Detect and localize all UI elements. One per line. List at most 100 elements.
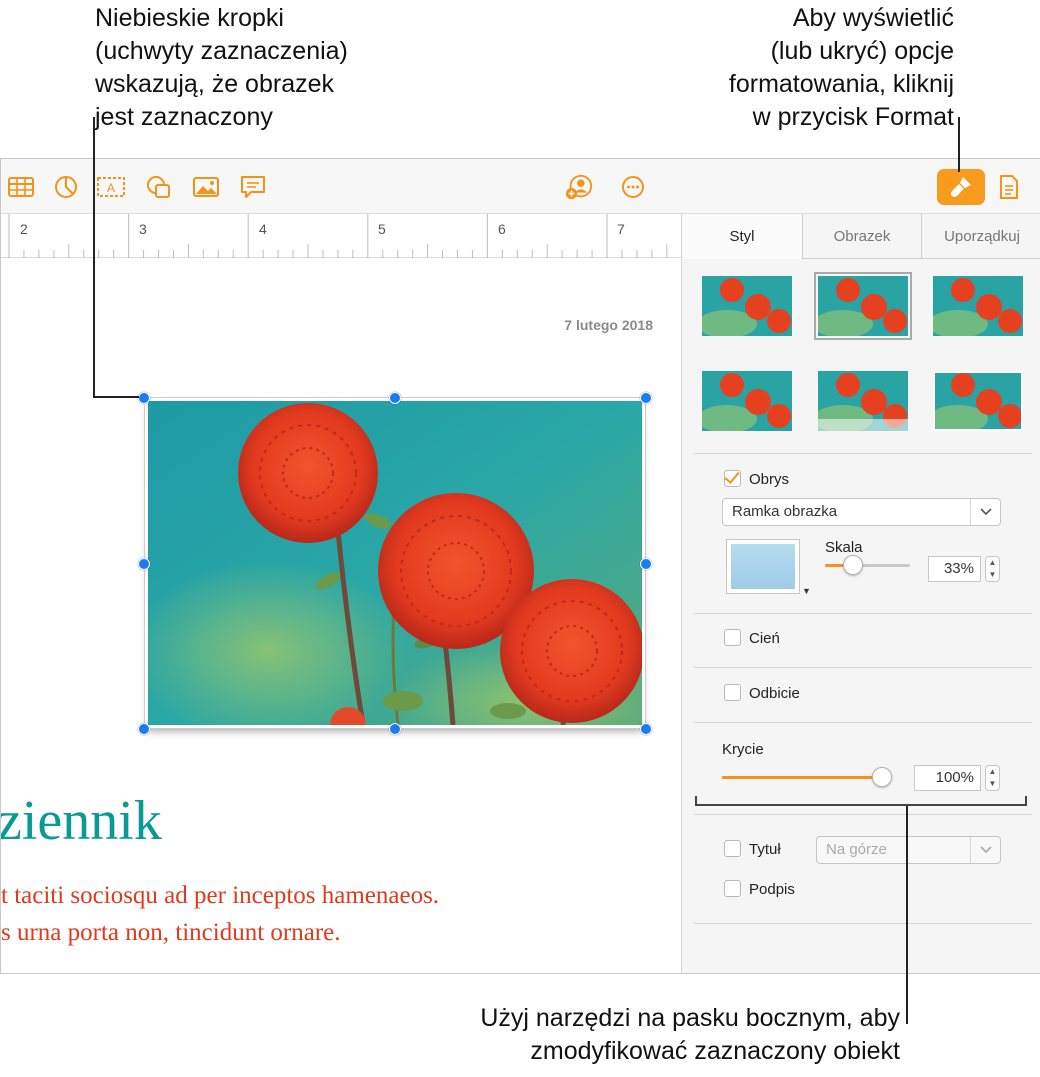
pages-window: A 2 3 4 5 6 7 7 lutego 2018 ziennik t ta… [0,158,1040,974]
callout-format-button: Aby wyświetlić (lub ukryć) opcje formato… [729,2,954,134]
section-divider [694,453,1032,454]
ruler-number: 2 [20,221,28,237]
leader-line [93,117,95,398]
more-icon[interactable] [618,173,648,201]
callout-line: zmodyfikować zaznaczony obiekt [530,1037,900,1065]
dahlia-photo [128,401,668,761]
callout-line: jest zaznaczony [95,103,273,131]
title-checkbox[interactable] [724,840,741,857]
image-style-thumbnail[interactable] [702,276,792,336]
scale-label: Skala [825,539,863,556]
format-sidebar: Styl Obrazek Uporządkuj Obrys Ramka obra… [681,214,1040,973]
section-divider [694,923,1032,924]
ruler-number: 3 [139,221,147,237]
media-icon[interactable] [191,173,221,201]
border-color-well[interactable] [726,539,800,594]
text-box-icon[interactable]: A [96,173,126,201]
scale-slider[interactable] [825,564,910,567]
caption-checkbox[interactable] [724,880,741,897]
callout-line: w przycisk Format [752,103,954,131]
shape-icon[interactable] [144,173,174,201]
comment-icon[interactable] [238,173,268,201]
image-style-thumbnail[interactable] [933,371,1023,431]
opacity-stepper[interactable]: ▲ ▼ [985,765,1000,791]
section-divider [694,814,1032,815]
format-button[interactable] [937,169,985,205]
ruler-number: 5 [378,221,386,237]
section-divider [694,613,1032,614]
callout-line: Aby wyświetlić [792,4,954,32]
selection-handle-bottom-left[interactable] [138,723,150,735]
reflection-label: Odbicie [749,685,800,702]
chart-icon[interactable] [51,173,81,201]
table-icon[interactable] [6,173,36,201]
shadow-checkbox[interactable] [724,629,741,646]
horizontal-ruler[interactable]: 2 3 4 5 6 7 [1,214,681,258]
ruler-number: 4 [259,221,267,237]
callout-line: (uchwyty zaznaczenia) [95,37,348,65]
reflection-checkbox[interactable] [724,684,741,701]
toolbar: A [1,159,1040,214]
section-divider [694,667,1032,668]
document-body-line[interactable]: s urna porta non, tincidunt ornare. [1,919,341,947]
callout-line: wskazują, że obrazek [95,70,335,98]
image-style-thumbnail-selected[interactable] [814,272,912,340]
color-menu-arrow-icon[interactable]: ▼ [802,586,811,596]
callout-line: Użyj narzędzi na pasku bocznym, aby [480,1004,900,1032]
border-color-swatch [731,544,795,589]
svg-text:A: A [107,181,115,195]
tab-image[interactable]: Obrazek [803,214,921,259]
callout-line: formatowania, kliknij [728,70,954,98]
selection-handle-top-center[interactable] [389,392,401,404]
opacity-field[interactable]: 100% [914,765,981,791]
scale-stepper[interactable]: ▲ ▼ [985,556,1000,582]
ruler-ticks [8,214,668,258]
image-style-thumbnail[interactable] [702,371,792,431]
selection-handle-bottom-center[interactable] [389,723,401,735]
opacity-slider-knob[interactable] [872,767,892,787]
ruler-number: 6 [498,221,506,237]
collaborate-icon[interactable] [564,173,594,201]
selected-image[interactable] [128,397,668,761]
opacity-slider[interactable] [722,776,882,779]
opacity-slider-fill [722,776,882,779]
selection-handle-middle-right[interactable] [640,558,652,570]
border-style-value: Ramka obrazka [732,503,838,520]
document-canvas[interactable]: 7 lutego 2018 ziennik t taciti sociosqu … [1,259,681,973]
image-style-thumbnail[interactable] [818,371,908,431]
document-title[interactable]: ziennik [1,789,162,853]
border-label: Obrys [749,471,790,488]
scale-field[interactable]: 33% [928,556,981,582]
selection-handle-bottom-right[interactable] [640,723,652,735]
selection-handle-top-left[interactable] [138,392,150,404]
leader-line [906,806,908,1024]
title-position-popup[interactable]: Na górze [816,836,1001,864]
callout-line: (lub ukryć) opcje [770,37,954,65]
ruler-number: 7 [617,221,625,237]
format-brush-icon [951,177,971,197]
callout-selection-handles: Niebieskie kropki (uchwyty zaznaczenia) … [95,2,348,134]
shadow-label: Cień [749,630,780,647]
selection-handle-middle-left[interactable] [138,558,150,570]
selection-handle-top-right[interactable] [640,392,652,404]
document-icon[interactable] [994,173,1024,201]
sidebar-bracket [695,796,1027,806]
title-position-value: Na górze [826,841,887,858]
title-label: Tytuł [749,841,781,858]
callout-line: Niebieskie kropki [95,4,284,32]
sidebar-tabs: Styl Obrazek Uporządkuj [682,214,1040,259]
leader-line [958,117,960,172]
border-checkbox[interactable] [724,470,741,487]
document-body-line[interactable]: t taciti sociosqu ad per inceptos hamena… [1,882,439,910]
section-divider [694,722,1032,723]
leader-line [93,396,139,398]
image-style-thumbnail[interactable] [933,276,1023,336]
opacity-label: Krycie [722,741,764,758]
border-style-popup[interactable]: Ramka obrazka [722,498,1001,526]
tab-arrange[interactable]: Uporządkuj [922,214,1040,259]
scale-slider-knob[interactable] [843,555,864,575]
callout-sidebar-tools: Użyj narzędzi na pasku bocznym, aby zmod… [480,1002,900,1068]
chevron-down-icon [970,499,1000,525]
document-date: 7 lutego 2018 [564,317,653,333]
tab-style[interactable]: Styl [682,214,802,259]
